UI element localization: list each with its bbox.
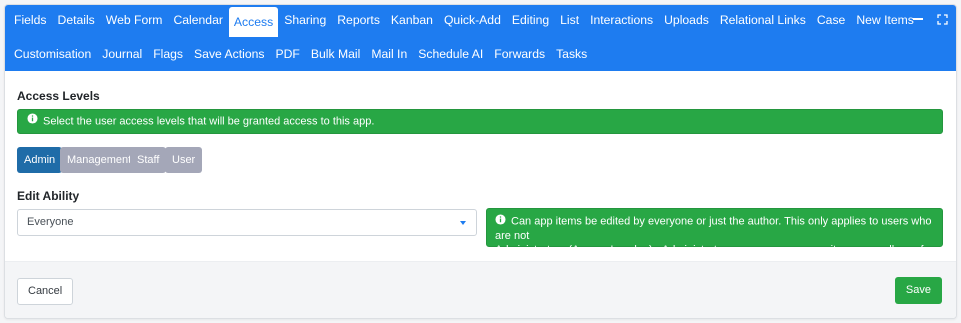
tab-bar: Fields Details Web Form Calendar Access … [5, 5, 956, 71]
edit-ability-info-alert: Can app items be edited by everyone or j… [486, 208, 943, 270]
info-circle-icon [495, 214, 506, 229]
app-settings-card: Fields Details Web Form Calendar Access … [4, 4, 957, 319]
tab-row-1: Fields Details Web Form Calendar Access … [9, 7, 920, 37]
tab-journal[interactable]: Journal [97, 41, 147, 67]
tab-fields[interactable]: Fields [9, 7, 52, 33]
tab-mail-in[interactable]: Mail In [366, 41, 412, 67]
tab-relational-links[interactable]: Relational Links [715, 7, 811, 33]
tab-access[interactable]: Access [228, 7, 279, 37]
tab-tasks[interactable]: Tasks [551, 41, 592, 67]
tab-bulk-mail[interactable]: Bulk Mail [306, 41, 365, 67]
tab-list[interactable]: List [555, 7, 584, 33]
tab-flags[interactable]: Flags [148, 41, 188, 67]
access-level-staff-button[interactable]: Staff [130, 147, 167, 173]
edit-ability-heading: Edit Ability [17, 189, 80, 203]
tab-case[interactable]: Case [812, 7, 850, 33]
tab-row-2: Customisation Journal Flags Save Actions… [9, 41, 593, 67]
tab-save-actions[interactable]: Save Actions [189, 41, 269, 67]
edit-ability-info-text-1: Can app items be edited by everyone or j… [495, 215, 932, 242]
tab-interactions[interactable]: Interactions [585, 7, 658, 33]
tab-web-form[interactable]: Web Form [101, 7, 168, 33]
tab-details[interactable]: Details [53, 7, 100, 33]
edit-ability-selected-value: Everyone [27, 216, 74, 228]
tab-kanban[interactable]: Kanban [386, 7, 438, 33]
tab-uploads[interactable]: Uploads [659, 7, 714, 33]
tab-new-items[interactable]: New Items [851, 7, 919, 33]
edit-ability-select[interactable]: Everyone [17, 209, 477, 236]
tab-forwards[interactable]: Forwards [489, 41, 550, 67]
tab-calendar[interactable]: Calendar [168, 7, 227, 33]
expand-icon[interactable] [936, 13, 948, 25]
tab-quick-add[interactable]: Quick-Add [439, 7, 506, 33]
info-circle-icon [27, 110, 38, 133]
tab-editing[interactable]: Editing [507, 7, 554, 33]
cancel-button[interactable]: Cancel [17, 278, 74, 305]
access-level-user-button[interactable]: User [165, 147, 203, 173]
access-level-management-button[interactable]: Management [60, 147, 139, 173]
minimize-icon[interactable] [912, 13, 924, 25]
form-footer: Cancel Save [5, 261, 956, 318]
tab-customisation[interactable]: Customisation [9, 41, 96, 67]
tab-sharing[interactable]: Sharing [279, 7, 331, 33]
access-levels-heading: Access Levels [17, 89, 100, 103]
tab-reports[interactable]: Reports [332, 7, 385, 33]
tab-pdf[interactable]: PDF [271, 41, 305, 67]
access-levels-info-text: Select the user access levels that will … [43, 115, 375, 128]
chevron-down-icon [460, 221, 466, 225]
access-levels-info-alert: Select the user access levels that will … [17, 109, 943, 134]
edit-ability-info-line-1: Can app items be edited by everyone or j… [495, 214, 934, 243]
window-controls [912, 13, 948, 25]
tab-schedule-ai[interactable]: Schedule AI [413, 41, 488, 67]
save-button[interactable]: Save [894, 277, 942, 304]
access-level-admin-button[interactable]: Admin [17, 147, 63, 173]
